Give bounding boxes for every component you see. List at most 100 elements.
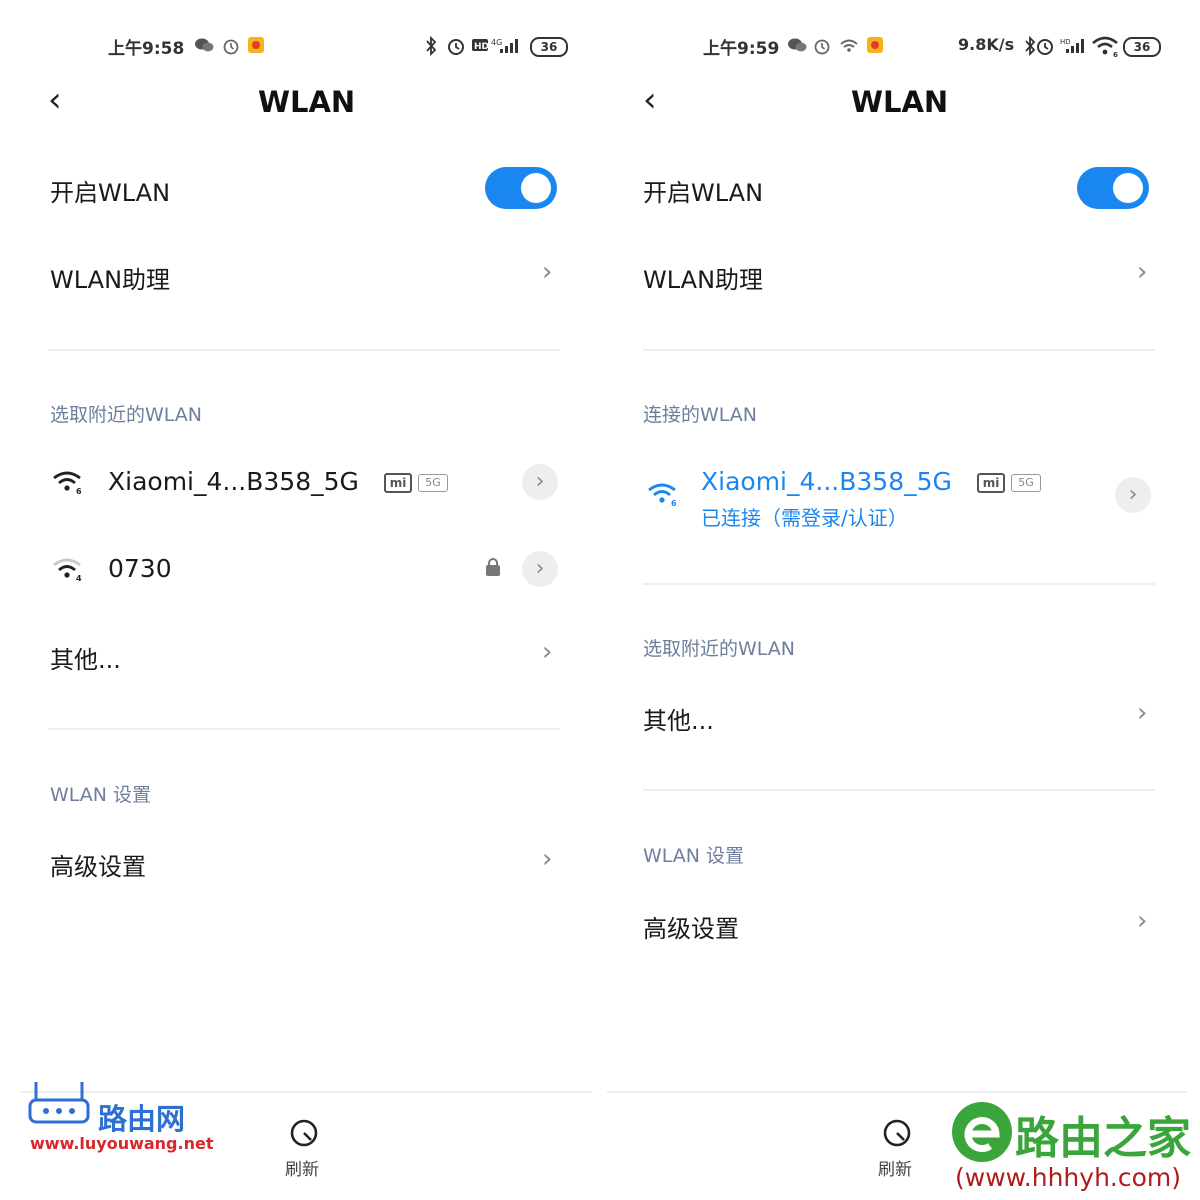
wifi-signal-icon: 6 bbox=[53, 471, 82, 495]
chevron-right-icon: › bbox=[542, 844, 553, 874]
network-ssid: 0730 bbox=[108, 554, 172, 583]
svg-text:HD: HD bbox=[474, 42, 489, 52]
battery-icon: 36 bbox=[530, 37, 568, 57]
divider bbox=[643, 583, 1155, 585]
wechat-icon bbox=[195, 38, 214, 52]
connection-status: 已连接（需登录/认证） bbox=[701, 506, 908, 530]
alarm-icon bbox=[223, 39, 239, 55]
alarm-icon bbox=[814, 39, 830, 55]
back-button[interactable]: ‹ bbox=[48, 80, 62, 120]
status-time: 上午9:58 bbox=[108, 39, 185, 59]
wifi-weak-signal-icon: 4 bbox=[53, 558, 82, 582]
alarm-status-icon bbox=[1037, 39, 1053, 55]
network-speed: 9.8K/s bbox=[958, 35, 1015, 54]
page-title: WLAN bbox=[851, 85, 949, 119]
other-network-label: 其他... bbox=[643, 707, 714, 735]
toggle-knob bbox=[1113, 173, 1143, 203]
divider bbox=[643, 789, 1155, 791]
chevron-right-icon: › bbox=[535, 556, 545, 581]
wlan-assistant-label: WLAN助理 bbox=[643, 266, 764, 294]
wlan-assistant-row[interactable]: WLAN助理 › bbox=[595, 245, 1195, 305]
network-item[interactable]: 6 Xiaomi_4...B358_5G mi 5G › bbox=[0, 455, 600, 511]
chevron-right-icon: › bbox=[542, 257, 553, 287]
wechat-icon bbox=[788, 38, 807, 52]
wlan-settings-header: WLAN 设置 bbox=[50, 784, 152, 806]
refresh-label: 刷新 bbox=[878, 1160, 912, 1180]
bluetooth-icon bbox=[426, 36, 437, 56]
other-network-row[interactable]: 其他... › bbox=[0, 625, 600, 685]
bottom-bar-divider bbox=[607, 1091, 1187, 1093]
wifi-small-icon bbox=[840, 39, 858, 52]
svg-text:4G: 4G bbox=[491, 38, 502, 47]
refresh-icon bbox=[883, 1119, 911, 1147]
network-details-button[interactable]: › bbox=[522, 464, 558, 500]
page-title: WLAN bbox=[258, 85, 356, 119]
alarm-status-icon bbox=[448, 39, 464, 55]
bottom-bar-divider bbox=[20, 1091, 592, 1093]
other-network-label: 其他... bbox=[50, 646, 121, 674]
svg-text:6: 6 bbox=[1113, 51, 1118, 58]
site-logo-icon bbox=[952, 1102, 1012, 1162]
connected-wlan-header: 连接的WLAN bbox=[643, 404, 758, 426]
right-screen: 上午9:59 9.8K/s HD 6 36 ‹ WLAN 开启WLAN WLAN… bbox=[595, 0, 1195, 1200]
connected-network-item[interactable]: 6 Xiaomi_4...B358_5G mi 5G 已连接（需登录/认证） › bbox=[595, 455, 1195, 535]
battery-icon: 36 bbox=[1123, 37, 1161, 57]
refresh-icon bbox=[290, 1119, 318, 1147]
wlan-assistant-row[interactable]: WLAN助理 › bbox=[0, 245, 600, 305]
chevron-right-icon: › bbox=[1137, 257, 1148, 287]
chevron-right-icon: › bbox=[1137, 698, 1148, 728]
chevron-right-icon: › bbox=[1137, 906, 1148, 936]
wlan-toggle[interactable] bbox=[1077, 167, 1149, 209]
chevron-right-icon: › bbox=[1128, 482, 1138, 507]
svg-text:6: 6 bbox=[76, 487, 82, 495]
left-screen: 上午9:58 HD 4G 36 ‹ WLAN 开启WLAN WLAN助理 › 选取… bbox=[0, 0, 600, 1200]
router-logo-icon bbox=[28, 1082, 90, 1124]
other-network-row[interactable]: 其他... › bbox=[595, 686, 1195, 746]
network-details-button[interactable]: › bbox=[1115, 477, 1151, 513]
advanced-settings-label: 高级设置 bbox=[643, 915, 739, 943]
band-badge: 5G bbox=[418, 474, 448, 492]
connected-ssid: Xiaomi_4...B358_5G bbox=[701, 467, 952, 496]
nearby-wlan-header: 选取附近的WLAN bbox=[643, 638, 796, 660]
wlan-settings-header: WLAN 设置 bbox=[643, 845, 745, 867]
app-notification-icon bbox=[248, 37, 264, 53]
band-badge: 5G bbox=[1011, 474, 1041, 492]
status-time: 上午9:59 bbox=[703, 39, 780, 59]
network-details-button[interactable]: › bbox=[522, 551, 558, 587]
battery-level: 36 bbox=[1133, 40, 1151, 54]
refresh-button[interactable]: 刷新 bbox=[280, 1115, 330, 1180]
divider bbox=[643, 349, 1155, 351]
enable-wlan-label: 开启WLAN bbox=[50, 179, 171, 207]
chevron-right-icon: › bbox=[542, 637, 553, 667]
enable-wlan-label: 开启WLAN bbox=[643, 179, 764, 207]
chevron-right-icon: › bbox=[535, 469, 545, 494]
cellular-signal-icon: HD bbox=[1060, 38, 1084, 53]
network-ssid: Xiaomi_4...B358_5G bbox=[108, 467, 359, 496]
wlan-toggle[interactable] bbox=[485, 167, 557, 209]
lock-icon bbox=[486, 558, 500, 576]
wifi-connected-icon: 6 bbox=[648, 483, 677, 507]
svg-text:4: 4 bbox=[76, 574, 82, 582]
toggle-knob bbox=[521, 173, 551, 203]
back-button[interactable]: ‹ bbox=[643, 80, 657, 120]
refresh-label: 刷新 bbox=[285, 1160, 319, 1180]
svg-text:HD: HD bbox=[1060, 38, 1071, 46]
cellular-signal-icon: HD 4G bbox=[472, 38, 518, 53]
battery-level: 36 bbox=[540, 40, 558, 54]
divider bbox=[48, 728, 560, 730]
network-item[interactable]: 4 0730 › bbox=[0, 542, 600, 598]
mi-router-badge-icon: mi bbox=[977, 473, 1005, 493]
refresh-button[interactable]: 刷新 bbox=[873, 1115, 923, 1180]
advanced-settings-row[interactable]: 高级设置 › bbox=[595, 892, 1195, 952]
wifi-status-icon: 6 bbox=[1092, 36, 1118, 58]
watermark-name: 路由之家 bbox=[1015, 1113, 1191, 1164]
watermark-name: 路由网 bbox=[98, 1102, 186, 1136]
nearby-wlan-header: 选取附近的WLAN bbox=[50, 404, 203, 426]
advanced-settings-label: 高级设置 bbox=[50, 853, 146, 881]
advanced-settings-row[interactable]: 高级设置 › bbox=[0, 830, 600, 890]
mi-router-badge-icon: mi bbox=[384, 473, 412, 493]
wlan-assistant-label: WLAN助理 bbox=[50, 266, 171, 294]
app-notification-icon bbox=[867, 37, 883, 53]
watermark-url: www.luyouwang.net bbox=[30, 1134, 214, 1153]
svg-text:6: 6 bbox=[671, 499, 677, 507]
